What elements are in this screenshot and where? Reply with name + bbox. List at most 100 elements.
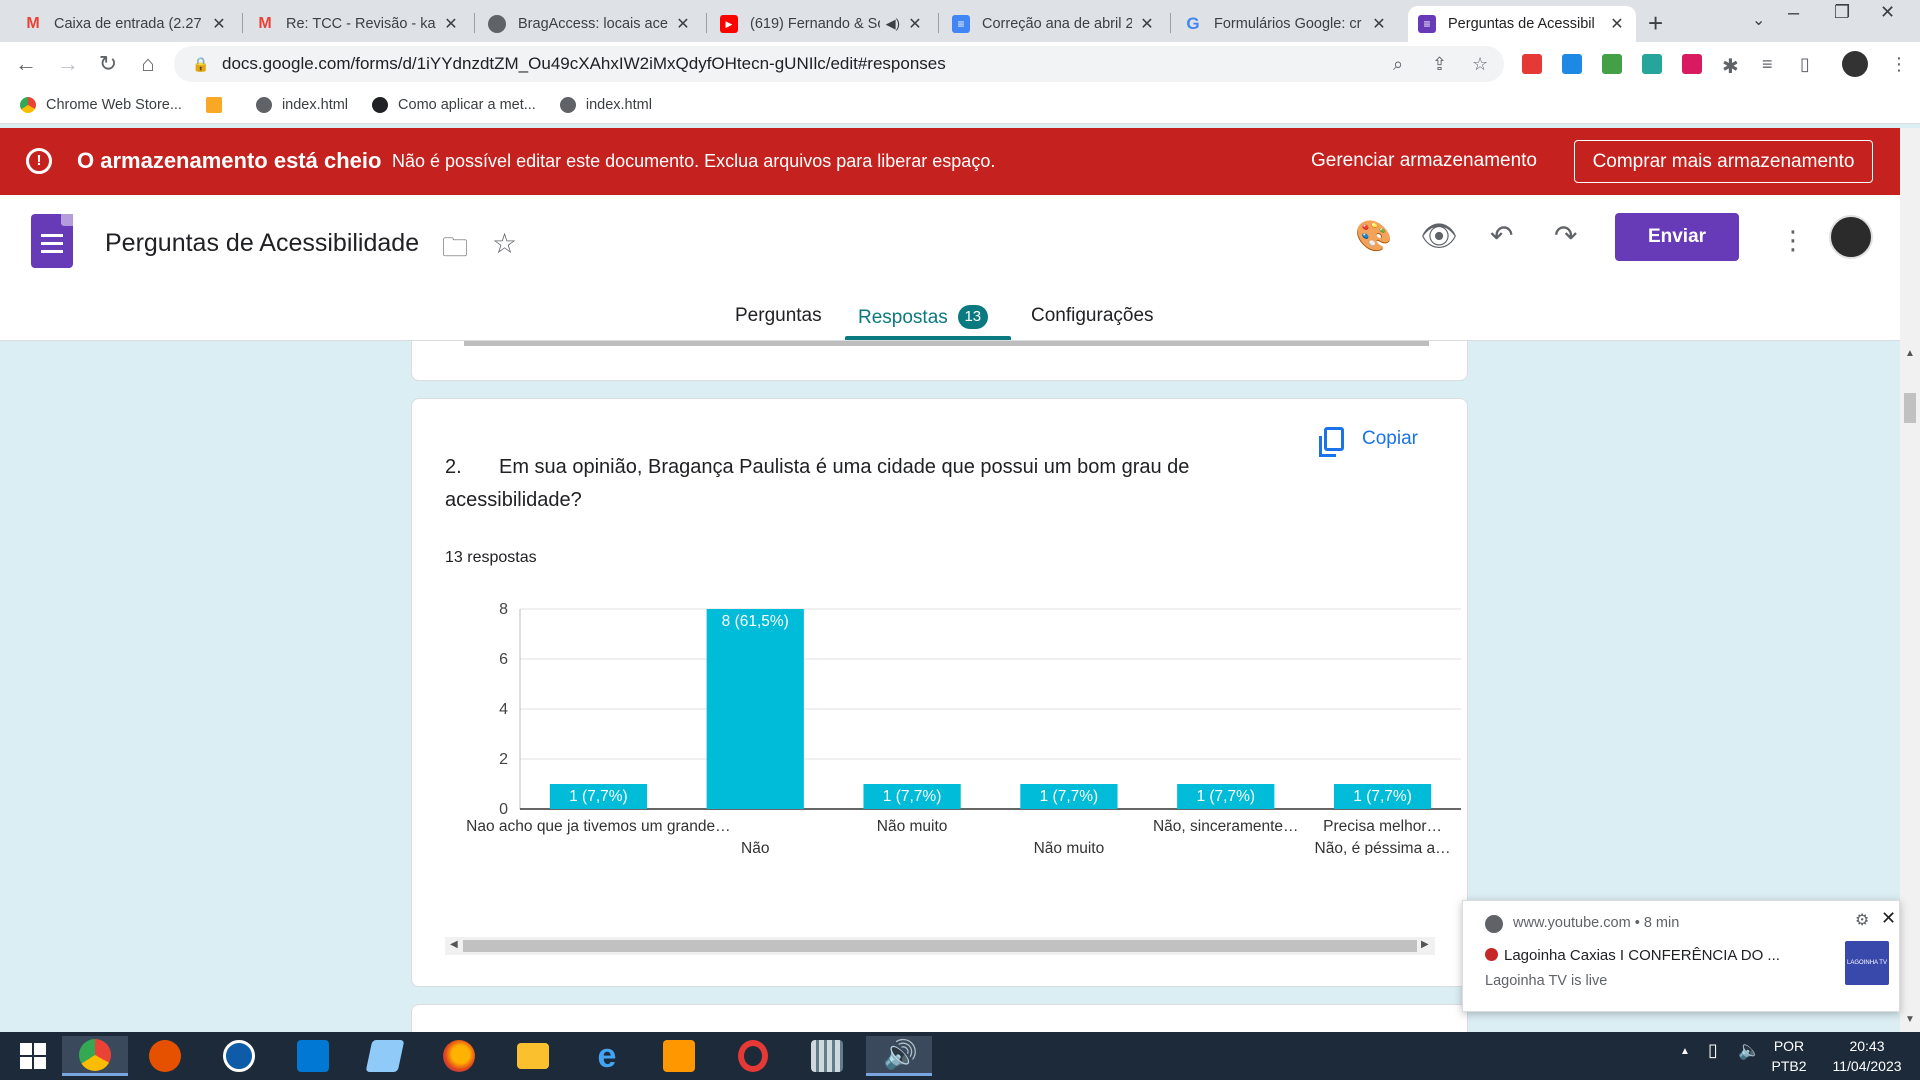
home-button[interactable]: ⌂ [132,48,164,80]
taskbar-internet-explorer[interactable]: e [574,1036,640,1076]
bookmark-item[interactable] [205,96,232,113]
side-panel-icon[interactable]: ▯ [1800,54,1810,75]
more-options-icon[interactable]: ⋮ [1780,225,1806,256]
scroll-up-arrow[interactable]: ▲ [1905,348,1915,359]
input-language[interactable]: POR PTB2 [1764,1036,1814,1076]
scroll-down-arrow[interactable]: ▼ [1905,1014,1915,1025]
close-tab-icon[interactable]: ✕ [1370,14,1388,34]
redo-icon[interactable]: ↷ [1554,219,1577,252]
taskbar-volume-app[interactable]: 🔊 [866,1036,932,1076]
horizontal-scrollbar[interactable] [464,341,1429,346]
browser-tab[interactable]: M Caixa de entrada (2.27 ✕ [14,6,238,42]
taskbar-firefox[interactable] [426,1036,492,1076]
share-icon[interactable]: ⇪ [1432,54,1447,75]
media-player-icon [663,1040,695,1072]
browser-tab-active[interactable]: ≡ Perguntas de Acessibil ✕ [1408,6,1636,42]
browser-tab[interactable]: M Re: TCC - Revisão - kar ✕ [246,6,470,42]
close-tab-icon[interactable]: ✕ [442,14,460,34]
taskbar-app[interactable] [352,1036,418,1076]
forward-button[interactable]: → [52,48,84,80]
taskbar-app[interactable] [794,1036,860,1076]
tray-expand-icon[interactable]: ▲ [1680,1046,1690,1057]
taskbar-ccleaner[interactable] [132,1036,198,1076]
star-icon[interactable]: ☆ [492,227,517,260]
notification-settings-icon[interactable]: ⚙ [1855,910,1869,930]
new-tab-button[interactable]: + [1648,8,1663,39]
tab-search-icon[interactable]: ⌄ [1752,10,1765,30]
extension-icon[interactable] [1642,54,1662,74]
browser-tab[interactable]: G Formulários Google: cr ✕ [1174,6,1398,42]
pdf-extension-icon[interactable] [1522,54,1542,74]
browser-tab[interactable]: ≡ Correção ana de abril 2 ✕ [942,6,1166,42]
restore-button[interactable]: ❐ [1834,2,1850,23]
manage-storage-link[interactable]: Gerenciar armazenamento [1311,150,1537,172]
close-tab-icon[interactable]: ✕ [674,14,692,34]
banner-message: Não é possível editar este documento. Ex… [392,151,996,171]
send-button[interactable]: Enviar [1615,213,1739,261]
account-avatar[interactable] [1829,215,1873,259]
gmail-icon: M [26,15,40,32]
tab-settings[interactable]: Configurações [1031,305,1154,327]
copy-chart-button[interactable]: Copiar [1319,427,1418,457]
bookmark-item[interactable]: Como aplicar a met... [372,96,536,113]
taskbar-file-explorer[interactable] [500,1036,566,1076]
windows-taskbar: e 🔊 ▲ ▯ 🔈 POR PTB2 20:43 11/04/2023 [0,1032,1920,1080]
bookmark-star-icon[interactable]: ☆ [1472,54,1488,75]
bookmark-item[interactable]: Chrome Web Store... [20,96,182,113]
tab-responses[interactable]: Respostas 13 [858,305,988,329]
extensions-puzzle-icon[interactable]: ✱ [1722,54,1739,79]
profile-avatar[interactable] [1842,51,1868,77]
chrome-notification[interactable]: www.youtube.com • 8 min ⚙ ✕ Lagoinha Cax… [1462,900,1900,1012]
taskbar-media-player[interactable] [646,1036,712,1076]
mute-tab-icon[interactable]: ◀) [886,16,900,32]
chart-horizontal-scrollbar[interactable]: ◀ ▶ [445,937,1435,955]
close-tab-icon[interactable]: ✕ [906,14,924,34]
back-button[interactable]: ← [10,48,42,80]
taskbar-teamviewer[interactable] [206,1036,272,1076]
folder-icon[interactable]: 🗀 [442,229,468,273]
tab-questions[interactable]: Perguntas [735,305,822,327]
taskbar-vscode[interactable] [280,1036,346,1076]
live-dot-icon [1485,948,1498,961]
scroll-right-arrow[interactable]: ▶ [1421,939,1429,950]
browser-tab[interactable]: ▶ (619) Fernando & Sor ◀) ✕ [710,6,934,42]
browser-tab[interactable]: BragAccess: locais aces ✕ [478,6,702,42]
start-button[interactable] [0,1036,66,1076]
network-icon[interactable]: ▯ [1708,1040,1718,1061]
chrome-menu-icon[interactable]: ⋮ [1890,54,1908,75]
volume-icon[interactable]: 🔈 [1738,1040,1760,1061]
bookmark-item[interactable]: index.html [559,96,652,113]
close-tab-icon[interactable]: ✕ [1138,14,1156,34]
preview-eye-icon[interactable]: 👁 [1420,219,1458,254]
extension-icon[interactable] [1562,54,1582,74]
banner-title: O armazenamento está cheio [77,148,382,173]
taskbar-chrome[interactable] [62,1036,128,1076]
extension-icon[interactable] [1602,54,1622,74]
notification-close-icon[interactable]: ✕ [1881,908,1896,929]
zoom-icon[interactable]: ⌕ [1393,54,1403,75]
media-control-icon[interactable]: ≡ [1762,54,1773,75]
form-title[interactable]: Perguntas de Acessibilidade [105,229,419,258]
scrollbar-thumb[interactable] [463,940,1417,952]
pdf-extension-icon[interactable] [1682,54,1702,74]
reload-button[interactable]: ↻ [92,48,124,80]
close-window-button[interactable]: ✕ [1880,2,1895,23]
undo-icon[interactable]: ↶ [1490,219,1513,252]
palette-icon[interactable]: 🎨 [1355,219,1392,254]
page-scrollbar[interactable]: ▲ ▼ [1900,128,1920,1032]
minimize-button[interactable]: – [1788,2,1799,25]
close-tab-icon[interactable]: ✕ [1608,14,1626,34]
google-forms-logo[interactable] [31,214,73,268]
bookmark-item[interactable]: index.html [255,96,348,113]
scrollbar-thumb[interactable] [1904,393,1916,423]
taskbar-opera[interactable] [720,1036,786,1076]
question-title: 2. Em sua opinião, Bragança Paulista é um… [445,456,1190,511]
close-tab-icon[interactable]: ✕ [210,14,228,34]
scroll-left-arrow[interactable]: ◀ [450,939,458,950]
taskbar-clock[interactable]: 20:43 11/04/2023 [1822,1036,1912,1076]
buy-storage-button[interactable]: Comprar mais armazenamento [1574,140,1873,183]
google-icon: G [1186,14,1200,33]
y-tick-label: 8 [499,601,508,618]
address-bar[interactable]: 🔒 docs.google.com/forms/d/1iYYdnzdtZM_Ou… [174,46,1504,82]
vscode-icon [297,1040,329,1072]
